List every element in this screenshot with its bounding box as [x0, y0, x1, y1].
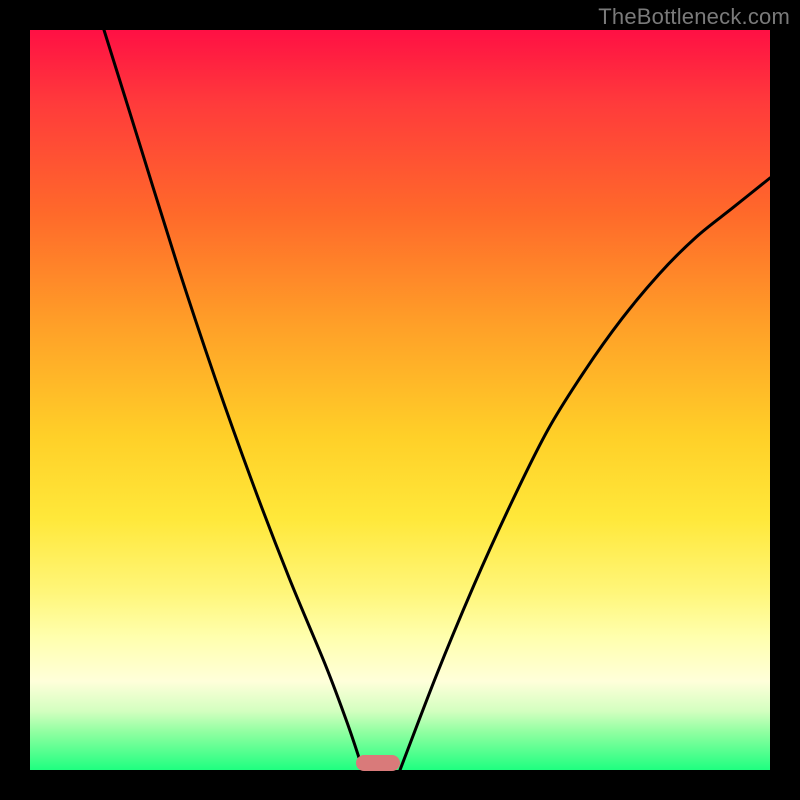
- watermark-text: TheBottleneck.com: [598, 4, 790, 30]
- optimal-marker: [356, 755, 400, 771]
- chart-frame: TheBottleneck.com: [0, 0, 800, 800]
- curve-left-branch: [104, 30, 363, 770]
- bottleneck-curve: [30, 30, 770, 770]
- curve-right-branch: [400, 178, 770, 770]
- plot-area: [30, 30, 770, 770]
